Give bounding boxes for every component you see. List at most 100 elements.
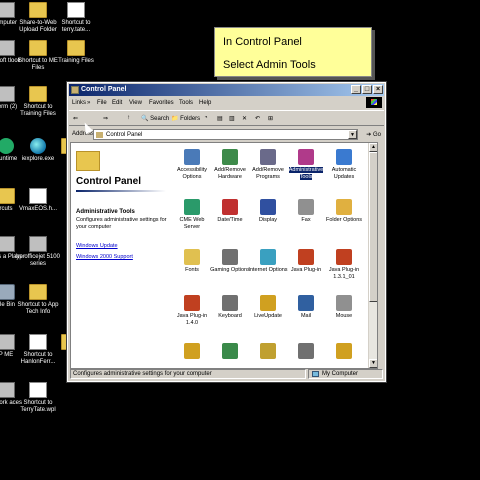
control-panel-item[interactable]: Keyboard xyxy=(209,295,251,320)
menu-chevron[interactable]: » xyxy=(87,100,90,106)
control-panel-item[interactable]: Mouse xyxy=(323,295,365,320)
control-panel-item-label: LiveUpdate xyxy=(254,313,282,319)
control-panel-item[interactable] xyxy=(209,343,251,361)
control-panel-item[interactable]: Fonts xyxy=(171,249,213,274)
menu-favorites[interactable]: Favorites xyxy=(149,100,174,106)
accessibility-icon xyxy=(184,149,200,165)
control-panel-item[interactable]: Folder Options xyxy=(323,199,365,224)
control-panel-item[interactable]: Display xyxy=(247,199,289,224)
control-panel-item-label: Administrative Tools xyxy=(288,167,324,180)
back-button[interactable]: ⇐ xyxy=(73,115,78,122)
control-panel-item[interactable]: Internet Options xyxy=(247,249,289,274)
control-panel-large-icon xyxy=(76,151,100,171)
fax-icon xyxy=(298,199,314,215)
menu-file[interactable]: File xyxy=(97,100,107,106)
status-text: Configures administrative settings for y… xyxy=(73,371,212,377)
control-panel-item[interactable]: Gaming Options xyxy=(209,249,251,274)
status-text-panel: Configures administrative settings for y… xyxy=(70,369,306,379)
title-bar[interactable]: Control Panel _ □ × xyxy=(69,84,384,96)
control-panel-small-icon xyxy=(96,132,103,138)
control-panel-item-label: CME Web Server xyxy=(179,217,205,230)
go-button[interactable]: ➔ Go xyxy=(366,131,381,138)
control-panel-item[interactable]: Automatic Updates xyxy=(323,149,365,181)
control-panel-item-label: Mail xyxy=(300,313,312,319)
fonts-icon xyxy=(184,249,200,265)
go-label: Go xyxy=(372,132,381,138)
control-panel-item[interactable]: LiveUpdate xyxy=(247,295,289,320)
desktop-icon[interactable]: Shortcut to TerryTate.wpl xyxy=(12,382,64,414)
minimize-button[interactable]: _ xyxy=(351,85,361,94)
copy-to-icon[interactable]: ▥ xyxy=(229,115,235,122)
shortcut-icon xyxy=(67,2,85,18)
desktop-icon[interactable]: Shortcut to App Tech Info xyxy=(12,284,64,316)
delete-icon[interactable]: ✕ xyxy=(242,115,247,122)
control-panel-item-label: Internet Options xyxy=(248,267,288,273)
desktop-icon-label: Shortcut to TerryTate.wpl xyxy=(20,400,56,413)
control-panel-item[interactable]: Date/Time xyxy=(209,199,251,224)
hardware-icon xyxy=(222,149,238,165)
control-panel-item[interactable] xyxy=(247,343,289,361)
scroll-down-icon[interactable]: ▼ xyxy=(369,359,377,368)
windows-2000-support-link[interactable]: Windows 2000 Support xyxy=(76,254,133,260)
control-panel-item[interactable]: Fax xyxy=(285,199,327,224)
status-zone: My Computer xyxy=(322,371,359,377)
phone-modem-icon xyxy=(222,343,238,359)
control-panel-item[interactable]: Administrative Tools xyxy=(285,149,327,181)
control-panel-item[interactable]: Add/Remove Programs xyxy=(247,149,289,181)
desktop-icon[interactable]: Training Files xyxy=(50,40,102,65)
java-icon xyxy=(184,295,200,311)
forward-button[interactable]: ⇒ xyxy=(103,115,108,122)
control-panel-item[interactable]: Accessibility Options xyxy=(171,149,213,181)
menu-tools[interactable]: Tools xyxy=(179,100,193,106)
control-panel-item[interactable]: Java Plug-in 1.3.1_01 xyxy=(323,249,365,281)
left-pane-title: Control Panel xyxy=(76,176,142,187)
menu-view[interactable]: View xyxy=(129,100,142,106)
control-panel-item[interactable]: Java Plug-in xyxy=(285,249,327,274)
control-panel-item-label: Java Plug-in 1.3.1_01 xyxy=(328,267,360,280)
control-panel-items: Accessibility Options Add/Remove Hardware… xyxy=(171,143,377,368)
folder-options-icon xyxy=(336,199,352,215)
folder-icon xyxy=(29,284,47,300)
scroll-thumb[interactable] xyxy=(369,152,377,302)
menu-edit[interactable]: Edit xyxy=(112,100,122,106)
printer-icon xyxy=(29,236,47,252)
desktop-icon[interactable]: hp officejet 5100 series xyxy=(12,236,64,268)
title-underline xyxy=(76,190,166,192)
left-pane: Control Panel Administrative Tools Confi… xyxy=(71,143,171,368)
printers-icon xyxy=(298,343,314,359)
desktop-icon[interactable]: Shortcut to Training Files xyxy=(12,86,64,118)
maximize-button[interactable]: □ xyxy=(362,85,372,94)
desktop-icon-label: Training Files xyxy=(58,58,94,64)
status-zone-panel: My Computer xyxy=(308,369,383,379)
up-button[interactable]: ↑ xyxy=(127,115,130,121)
control-panel-item[interactable] xyxy=(171,343,213,361)
address-field[interactable]: Control Panel ▼ xyxy=(93,129,358,140)
control-panel-item[interactable]: Mail xyxy=(285,295,327,320)
vertical-scrollbar[interactable]: ▲ ▼ xyxy=(368,143,377,368)
folder-icon xyxy=(67,40,85,56)
desktop-icon[interactable]: VmaxEOS.h... xyxy=(12,188,64,213)
control-panel-item[interactable] xyxy=(323,343,365,361)
desktop-icon-label: Shortcut to App Tech Info xyxy=(17,302,59,315)
history-icon[interactable]: ◔ xyxy=(204,115,208,121)
control-panel-item-label: Fonts xyxy=(185,267,199,273)
folders-button[interactable]: 📁 Folders xyxy=(171,115,200,122)
windows-update-link[interactable]: Windows Update xyxy=(76,243,118,249)
control-panel-item[interactable]: Java Plug-in 1.4.0 xyxy=(171,295,213,327)
search-button[interactable]: 🔍 Search xyxy=(141,115,169,122)
control-panel-item[interactable]: CME Web Server xyxy=(171,199,213,231)
menu-links[interactable]: Links xyxy=(72,100,86,106)
views-icon[interactable]: ⊞ xyxy=(268,115,273,122)
undo-icon[interactable]: ↶ xyxy=(255,115,260,122)
address-bar: Address Control Panel ▼ ➔ Go xyxy=(69,127,384,141)
control-panel-item-label: Automatic Updates xyxy=(331,167,357,180)
content-area: Control Panel Administrative Tools Confi… xyxy=(70,142,378,369)
close-button[interactable]: × xyxy=(373,85,383,94)
move-to-icon[interactable]: ▤ xyxy=(217,115,223,122)
desktop-icon[interactable]: Shortcut to terry.tate... xyxy=(50,2,102,34)
control-panel-item[interactable] xyxy=(285,343,327,361)
control-panel-item[interactable]: Add/Remove Hardware xyxy=(209,149,251,181)
scroll-up-icon[interactable]: ▲ xyxy=(369,143,377,152)
menu-help[interactable]: Help xyxy=(199,100,211,106)
address-dropdown-icon[interactable]: ▼ xyxy=(348,130,357,139)
